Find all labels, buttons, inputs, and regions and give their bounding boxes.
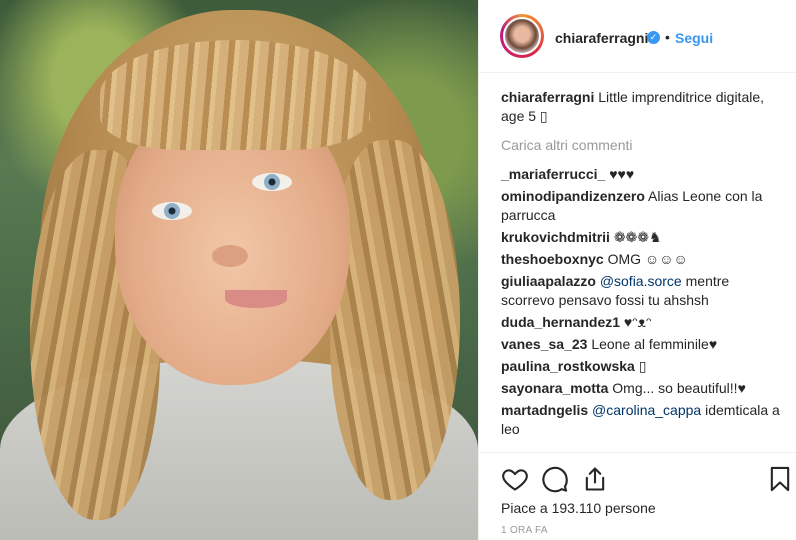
- comments-list: chiaraferragni Little imprenditrice digi…: [501, 88, 783, 442]
- header-username[interactable]: chiaraferragni: [555, 30, 648, 46]
- post-header: chiaraferragni ✓ • Segui: [479, 0, 796, 73]
- photo-mouth: [225, 290, 287, 308]
- follow-button[interactable]: Segui: [675, 30, 713, 46]
- verified-badge-icon: ✓: [647, 31, 660, 44]
- comment-item: ominodipandizenzero Alias Leone con la p…: [501, 187, 783, 225]
- heart-icon[interactable]: [501, 465, 529, 493]
- caption: chiaraferragni Little imprenditrice digi…: [501, 88, 783, 126]
- action-bar: [479, 452, 796, 501]
- comment-username[interactable]: krukovichdmitrii: [501, 229, 610, 245]
- comment-username[interactable]: _mariaferrucci_: [501, 166, 605, 182]
- comment-mention-link[interactable]: @carolina_cappa: [592, 402, 701, 418]
- comment-text: Leone al femminile♥: [591, 336, 718, 352]
- comment-text: ♥ᵔᴥᵔ: [623, 314, 652, 330]
- post-timestamp[interactable]: 1 ORA FA: [501, 525, 548, 536]
- comment-username[interactable]: duda_hernandez1: [501, 314, 620, 330]
- comment-item: sayonara_motta Omg... so beautiful!!♥: [501, 379, 783, 398]
- comment-text: ♥♥♥: [609, 166, 635, 182]
- photo-eye-right: [252, 173, 292, 191]
- caption-username[interactable]: chiaraferragni: [501, 89, 594, 105]
- comment-username[interactable]: paulina_rostkowska: [501, 358, 635, 374]
- comment-username[interactable]: theshoeboxnyc: [501, 251, 604, 267]
- photo-nose: [212, 245, 248, 267]
- comment-username[interactable]: sayonara_motta: [501, 380, 608, 396]
- photo-bangs: [100, 40, 370, 150]
- comment-mention-link[interactable]: @sofia.sorce: [600, 273, 682, 289]
- separator-dot: •: [665, 29, 670, 45]
- comment-item: krukovichdmitrii ❁❁❁♞: [501, 228, 783, 247]
- comment-item: duda_hernandez1 ♥ᵔᴥᵔ: [501, 313, 783, 332]
- comment-item: theshoeboxnyc OMG ☺☺☺: [501, 250, 783, 269]
- comment-item: giuliaapalazzo @sofia.sorce mentre scorr…: [501, 272, 783, 310]
- share-icon[interactable]: [581, 465, 609, 493]
- comment-text: OMG ☺☺☺: [607, 251, 688, 267]
- post-panel: chiaraferragni ✓ • Segui chiaraferragni …: [478, 0, 796, 540]
- bookmark-icon[interactable]: [766, 465, 794, 493]
- post-photo[interactable]: [0, 0, 478, 540]
- photo-curls-right: [330, 140, 460, 500]
- comment-item: paulina_rostkowska ▯: [501, 357, 783, 376]
- comment-container: _mariaferrucci_ ♥♥♥ ominodipandizenzero A…: [501, 165, 783, 439]
- likes-count[interactable]: Piace a 193.110 persone: [501, 500, 656, 516]
- comment-username[interactable]: martadngelis: [501, 402, 588, 418]
- comment-username[interactable]: giuliaapalazzo: [501, 273, 596, 289]
- comment-item: vanes_sa_23 Leone al femminile♥: [501, 335, 783, 354]
- comment-item: _mariaferrucci_ ♥♥♥: [501, 165, 783, 184]
- comment-username[interactable]: vanes_sa_23: [501, 336, 587, 352]
- comment-icon[interactable]: [541, 465, 569, 493]
- comment-username[interactable]: ominodipandizenzero: [501, 188, 645, 204]
- comment-item: martadngelis @carolina_cappa idemticala …: [501, 401, 783, 439]
- avatar-ring[interactable]: [500, 14, 544, 58]
- avatar[interactable]: [503, 17, 541, 55]
- load-more-comments-button[interactable]: Carica altri commenti: [501, 136, 783, 155]
- photo-eye-left: [152, 202, 192, 220]
- comment-text: ❁❁❁♞: [613, 229, 662, 245]
- comment-text: ▯: [638, 358, 647, 374]
- comment-text: Omg... so beautiful!!♥: [612, 380, 746, 396]
